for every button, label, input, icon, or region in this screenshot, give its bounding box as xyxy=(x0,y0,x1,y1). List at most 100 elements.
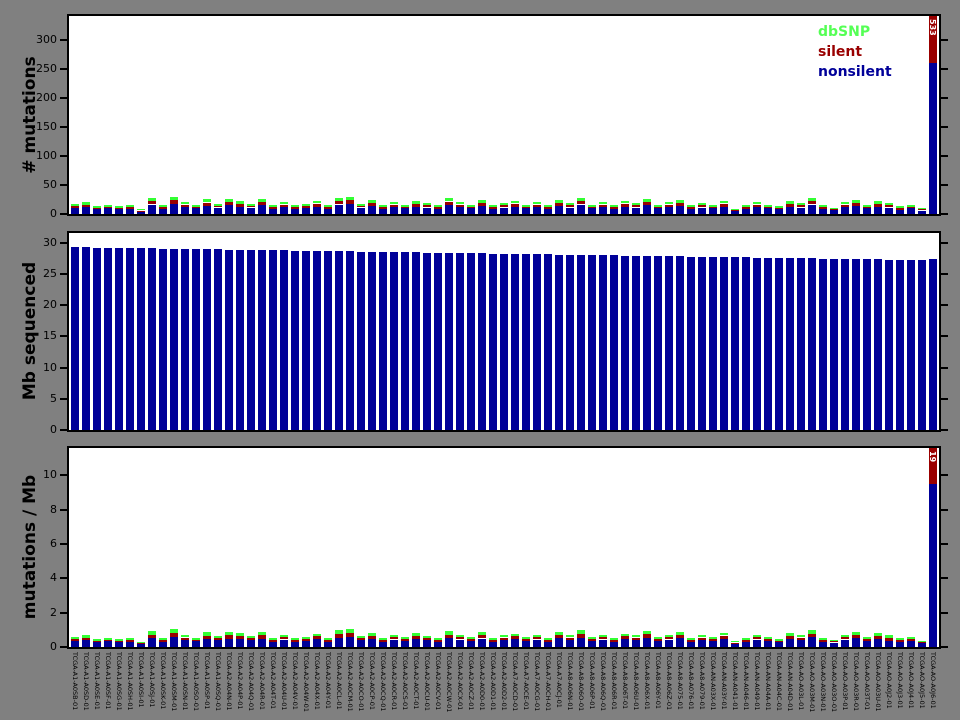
y-tick xyxy=(60,68,67,70)
bar-segment-silent xyxy=(896,208,904,210)
bar-segment-mb xyxy=(786,258,794,430)
sample-id-text: TCGA-A2-A0CV-01 xyxy=(434,652,442,711)
legend-item-dbsnp: dbSNP xyxy=(818,24,871,40)
bar-segment-mb xyxy=(423,253,431,430)
bar-segment-dbsnp xyxy=(126,205,134,207)
bar-segment-dbsnp xyxy=(797,203,805,205)
sample-id-text: TCGA-A8-A06U-01 xyxy=(632,652,640,711)
bar-segment-mb xyxy=(797,258,805,430)
bar-segment-nonsilent xyxy=(654,208,662,214)
bar-segment-dbsnp xyxy=(434,205,442,207)
bar-segment-nonsilent xyxy=(863,208,871,214)
bar-segment-dbsnp xyxy=(533,635,541,637)
bar-segment-nonsilent xyxy=(346,204,354,214)
bar-segment-dbsnp xyxy=(280,202,288,204)
bar-segment-dbsnp xyxy=(478,200,486,203)
bar-segment-silent xyxy=(269,207,277,209)
bar-segment-nonsilent xyxy=(786,639,794,647)
bar-segment-silent xyxy=(247,638,255,640)
bar-segment-silent xyxy=(214,638,222,640)
bar-segment-nonsilent xyxy=(104,208,112,214)
bar-segment-mb xyxy=(225,250,233,430)
sample-id-text: TCGA-AN-A04D-01 xyxy=(786,652,794,712)
sample-id-text: TCGA-A1-A0SP-01 xyxy=(203,652,211,710)
x-axis-label: TCGA-AO-A03P-01 xyxy=(839,652,850,720)
bar-segment-nonsilent xyxy=(159,642,167,647)
bar-segment-dbsnp xyxy=(478,632,486,635)
y-tick xyxy=(60,509,67,511)
y-tick xyxy=(60,612,67,614)
bar-segment-silent xyxy=(863,639,871,641)
sample-id-text: TCGA-A8-A06T-01 xyxy=(621,652,629,710)
bar-segment-mb xyxy=(159,249,167,430)
x-axis-label: TCGA-AO-A03O-01 xyxy=(828,652,839,720)
bar-segment-nonsilent xyxy=(280,640,288,647)
bar-segment-nonsilent xyxy=(808,205,816,214)
bar-segment-silent xyxy=(71,206,79,208)
bar-segment-silent xyxy=(533,205,541,207)
bar-segment-silent xyxy=(236,204,244,207)
bar-segment-dbsnp xyxy=(698,203,706,205)
bar-segment-nonsilent xyxy=(269,209,277,214)
sample-id-text: TCGA-A1-A0SF-01 xyxy=(104,652,112,710)
bar-segment-dbsnp xyxy=(302,637,310,639)
bar-segment-nonsilent xyxy=(434,642,442,647)
bar-segment-dbsnp xyxy=(104,638,112,640)
y-tick xyxy=(60,213,67,215)
bar-segment-silent xyxy=(258,635,266,639)
bar-segment-nonsilent xyxy=(698,640,706,647)
bar-segment-dbsnp xyxy=(588,637,596,639)
bar-segment-silent xyxy=(665,637,673,639)
y-tick xyxy=(941,213,948,215)
bar-segment-dbsnp xyxy=(467,205,475,207)
sample-id-text: TCGA-A7-A0CD-01 xyxy=(511,652,519,712)
bar-segment-silent xyxy=(896,640,904,642)
bar-segment-nonsilent xyxy=(874,639,882,647)
x-axis-label: TCGA-A2-A0CT-01 xyxy=(410,652,421,720)
bar-segment-mb xyxy=(775,258,783,430)
bar-segment-mb xyxy=(71,247,79,430)
bar-segment-silent xyxy=(269,640,277,642)
bar-segment-mb xyxy=(533,254,541,430)
bar-segment-silent xyxy=(533,637,541,639)
bar-segment-nonsilent xyxy=(643,638,651,647)
bar-segment-nonsilent xyxy=(313,206,321,214)
bar-segment-silent xyxy=(170,633,178,637)
bar-segment-dbsnp xyxy=(247,204,255,206)
bar-segment-silent xyxy=(203,203,211,206)
bar-segment-mb xyxy=(357,252,365,430)
bar-segment-dbsnp xyxy=(467,637,475,639)
bar-segment-nonsilent xyxy=(445,205,453,214)
x-axis-label: TCGA-A1-A0SJ-01 xyxy=(146,652,157,720)
bar-segment-silent xyxy=(225,202,233,205)
bar-segment-dbsnp xyxy=(632,635,640,637)
bar-segment-nonsilent xyxy=(379,642,387,647)
bar-segment-silent xyxy=(126,640,134,642)
bar-segment-nonsilent xyxy=(247,208,255,214)
sample-id-text: TCGA-AO-A03T-01 xyxy=(863,652,871,711)
bar-segment-silent xyxy=(357,638,365,640)
bar-segment-dbsnp xyxy=(346,197,354,200)
bar-segment-nonsilent xyxy=(82,639,90,647)
bar-segment-nonsilent xyxy=(225,638,233,647)
y-tick-label: 0 xyxy=(50,207,57,220)
bar-segment-nonsilent xyxy=(797,208,805,214)
bar-segment-mb xyxy=(236,250,244,430)
bar-segment-silent xyxy=(775,641,783,642)
sample-id-text: TCGA-A8-A06Q-01 xyxy=(599,652,607,712)
bar-segment-silent xyxy=(302,639,310,641)
bar-segment-mb xyxy=(445,253,453,430)
bar-segment-dbsnp xyxy=(126,638,134,640)
bar-segment-silent xyxy=(698,205,706,207)
bar-segment-silent xyxy=(797,638,805,640)
x-axis-label: TCGA-A1-A0SO-01 xyxy=(190,652,201,720)
bar-segment-nonsilent xyxy=(368,206,376,214)
bar-segment-dbsnp xyxy=(687,638,695,640)
bar-segment-silent xyxy=(874,204,882,207)
sample-id-text: TCGA-A2-A0CL-01 xyxy=(335,652,343,710)
bar-segment-nonsilent xyxy=(742,209,750,214)
bar-segment-nonsilent xyxy=(214,208,222,214)
bar-segment-dbsnp xyxy=(621,634,629,636)
sample-id-text: TCGA-A1-A0SO-01 xyxy=(192,652,200,712)
bar-segment-dbsnp xyxy=(148,631,156,635)
